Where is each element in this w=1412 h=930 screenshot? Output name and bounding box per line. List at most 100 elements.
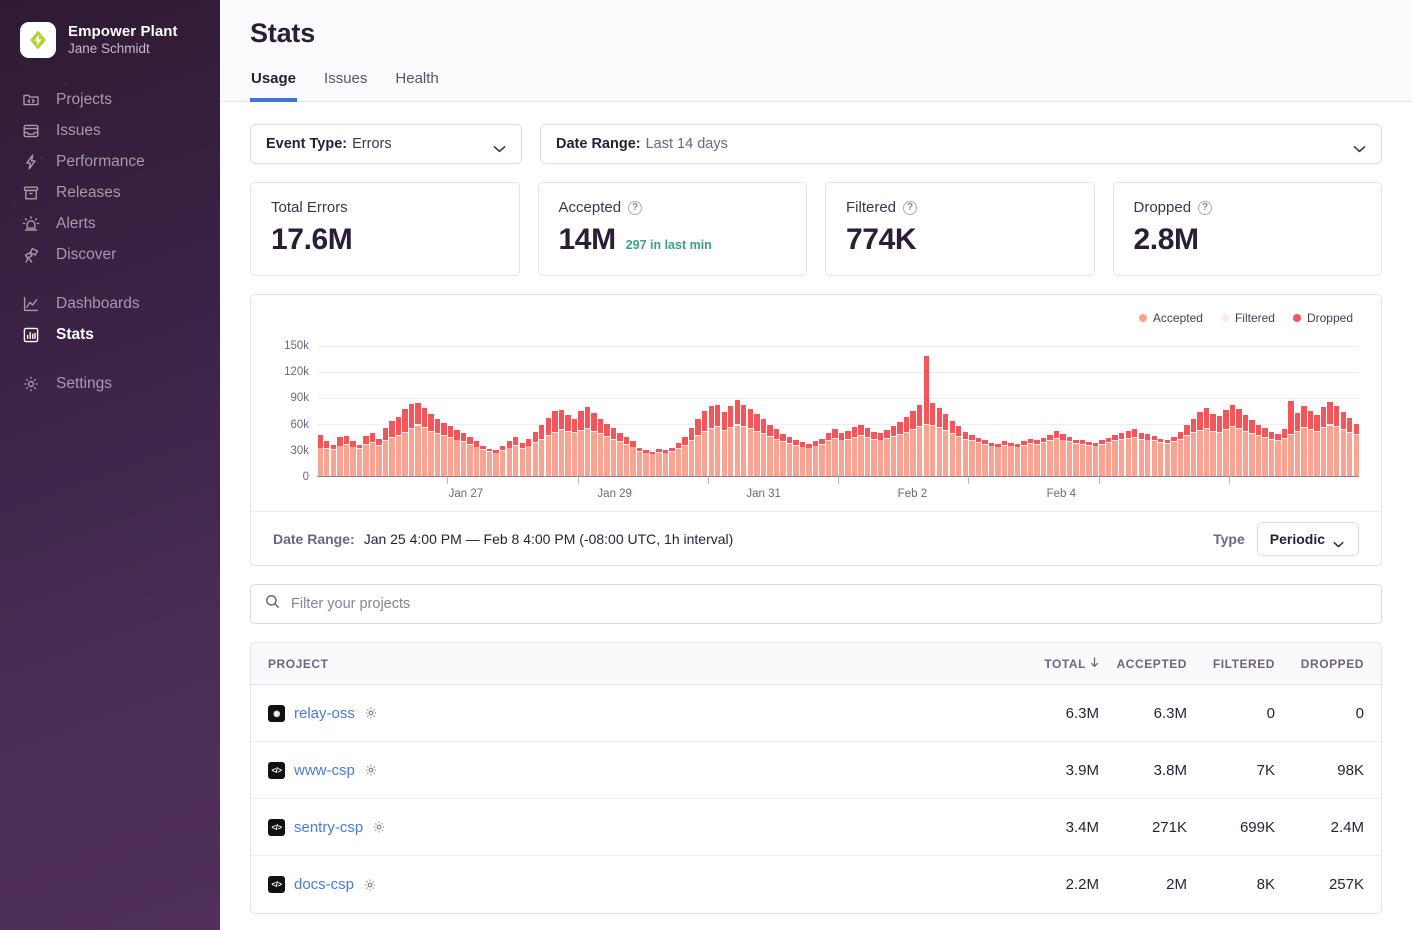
legend-item-accepted[interactable]: Accepted xyxy=(1139,311,1203,325)
sidebar-item-settings[interactable]: Settings xyxy=(0,368,220,399)
legend-label: Filtered xyxy=(1235,311,1275,325)
bar-segment-accepted xyxy=(969,441,974,476)
project-link[interactable]: www-csp xyxy=(294,762,355,779)
chart-bar xyxy=(376,337,381,476)
gear-icon[interactable] xyxy=(363,878,377,892)
bar-segment-accepted xyxy=(878,440,883,476)
organization-header[interactable]: Empower Plant Jane Schmidt xyxy=(0,16,220,58)
bar-segment-dropped xyxy=(383,428,388,440)
bar-segment-dropped xyxy=(467,437,472,444)
chart-bar xyxy=(1184,337,1189,476)
gear-icon[interactable] xyxy=(372,820,386,834)
table-row[interactable]: ◉relay-oss6.3M6.3M00 xyxy=(251,685,1381,742)
bar-segment-dropped xyxy=(435,419,440,433)
chart-bar xyxy=(1301,337,1306,476)
sidebar-item-issues[interactable]: Issues xyxy=(0,115,220,146)
bar-segment-accepted xyxy=(722,431,727,476)
chart-bar xyxy=(461,337,466,476)
sidebar-item-performance[interactable]: Performance xyxy=(0,146,220,177)
table-row[interactable]: </>docs-csp2.2M2M8K257K xyxy=(251,856,1381,913)
tab-issues[interactable]: Issues xyxy=(323,70,368,102)
chart-bar xyxy=(650,337,655,476)
bar-segment-accepted xyxy=(1119,440,1124,476)
chart-bar xyxy=(1008,337,1013,476)
bar-segment-accepted xyxy=(1060,440,1065,476)
date-range-select[interactable]: Date Range: Last 14 days xyxy=(540,124,1382,164)
bar-segment-dropped xyxy=(598,419,603,434)
chart-bar xyxy=(513,337,518,476)
project-link[interactable]: relay-oss xyxy=(294,705,355,722)
x-axis-tickmark xyxy=(708,477,709,484)
chart-plot-area[interactable] xyxy=(317,337,1359,477)
chart-bar xyxy=(454,337,459,476)
cell-filtered: 699K xyxy=(1187,819,1275,836)
bar-segment-accepted xyxy=(1354,435,1359,476)
column-header-filtered[interactable]: FILTERED xyxy=(1187,657,1275,671)
chart-bar xyxy=(1099,337,1104,476)
sidebar-item-alerts[interactable]: Alerts xyxy=(0,208,220,239)
column-header-project[interactable]: PROJECT xyxy=(251,657,1011,671)
sidebar-group-analytics: Dashboards Stats xyxy=(0,288,220,350)
chart-bar xyxy=(735,337,740,476)
question-mark-icon[interactable]: ? xyxy=(1198,201,1212,215)
column-header-dropped[interactable]: DROPPED xyxy=(1275,657,1381,671)
sidebar-item-stats[interactable]: Stats xyxy=(0,319,220,350)
event-type-value: Errors xyxy=(352,136,391,152)
chart-bar xyxy=(318,337,323,476)
chart-bar xyxy=(871,337,876,476)
chart-bar xyxy=(1295,337,1300,476)
table-row[interactable]: </>sentry-csp3.4M271K699K2.4M xyxy=(251,799,1381,856)
legend-item-dropped[interactable]: Dropped xyxy=(1293,311,1353,325)
lightning-icon xyxy=(22,153,40,171)
project-filter[interactable] xyxy=(250,584,1382,624)
gear-icon[interactable] xyxy=(364,706,378,720)
bar-segment-accepted xyxy=(318,448,323,476)
sidebar-item-releases[interactable]: Releases xyxy=(0,177,220,208)
question-mark-icon[interactable]: ? xyxy=(628,201,642,215)
bar-segment-accepted xyxy=(526,446,531,476)
sidebar-item-projects[interactable]: Projects xyxy=(0,84,220,115)
date-range-value: Last 14 days xyxy=(646,136,728,152)
x-axis-tickmark xyxy=(968,477,969,484)
bar-segment-accepted xyxy=(982,445,987,476)
search-input[interactable] xyxy=(291,596,1367,612)
question-mark-icon[interactable]: ? xyxy=(903,201,917,215)
chart-bar xyxy=(1230,337,1235,476)
legend-item-filtered[interactable]: Filtered xyxy=(1221,311,1275,325)
bar-segment-accepted xyxy=(839,440,844,476)
table-row[interactable]: </>www-csp3.9M3.8M7K98K xyxy=(251,742,1381,799)
bar-segment-dropped xyxy=(761,419,766,433)
event-type-select[interactable]: Event Type:Errors xyxy=(250,124,522,164)
chart-bar xyxy=(1321,337,1326,476)
tab-usage[interactable]: Usage xyxy=(250,70,297,102)
bar-segment-accepted xyxy=(1223,430,1228,476)
bar-segment-dropped xyxy=(1334,406,1339,426)
folder-code-icon xyxy=(22,91,40,109)
chart-type-select[interactable]: Periodic xyxy=(1257,522,1359,556)
bar-segment-dropped xyxy=(754,414,759,431)
chart-bar xyxy=(969,337,974,476)
project-link[interactable]: docs-csp xyxy=(294,876,354,893)
bar-segment-accepted xyxy=(1106,443,1111,476)
chart-bar xyxy=(715,337,720,476)
sidebar-item-dashboards[interactable]: Dashboards xyxy=(0,288,220,319)
column-header-total[interactable]: TOTAL xyxy=(1011,657,1099,671)
date-range-label: Date Range: xyxy=(556,136,641,152)
y-axis-tick-label: 150k xyxy=(284,340,309,352)
project-link[interactable]: sentry-csp xyxy=(294,819,363,836)
sidebar-item-discover[interactable]: Discover xyxy=(0,239,220,270)
bar-segment-accepted xyxy=(689,441,694,476)
gear-icon[interactable] xyxy=(364,763,378,777)
sidebar-item-label: Performance xyxy=(56,153,145,171)
bar-segment-accepted xyxy=(956,437,961,476)
bar-segment-dropped xyxy=(1243,415,1248,431)
stat-card-value-row: 17.6M xyxy=(271,223,499,257)
bar-segment-accepted xyxy=(1054,439,1059,476)
stat-card-value: 14M xyxy=(559,223,616,257)
stat-card-filtered: Filtered ? 774K xyxy=(825,182,1095,276)
main-content: Stats Usage Issues Health Event Type:Err… xyxy=(220,0,1412,930)
chart-bar xyxy=(780,337,785,476)
chart-type-control: Type Periodic xyxy=(1213,522,1359,556)
column-header-accepted[interactable]: ACCEPTED xyxy=(1099,657,1187,671)
tab-health[interactable]: Health xyxy=(394,70,439,102)
